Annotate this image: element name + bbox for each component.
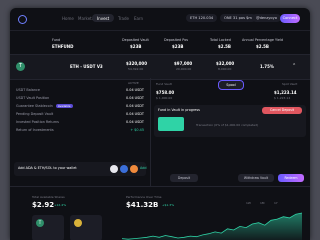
app-window: Home Markets Invest Trade Earn ETH 120.0… (10, 8, 310, 240)
stat-label: USDT Vault Position (16, 96, 50, 100)
wallet-add-banner: Add ADA & ETH/SOL to your wallet Add (14, 162, 147, 176)
pool-deposited-vault-sub: 54,392.00 (128, 67, 144, 71)
swap-to-sub: $ 1,223.14 (274, 96, 291, 100)
fund-name: ETHFUND (52, 44, 74, 49)
nav-tab-invest[interactable]: Invest (92, 14, 115, 22)
gold-token-icon (74, 219, 82, 227)
col-deposited-vault: Deposited Vault (122, 38, 149, 42)
wallet-balance-pill[interactable]: ETH 120.034 (186, 14, 218, 22)
pool-total-locked: $32,000 (216, 61, 235, 66)
stat-value: + $0.45 (130, 128, 144, 132)
col-total-locked: Total Locked (210, 38, 231, 42)
add-wallet-button[interactable]: Add (140, 166, 147, 170)
swap-to-label: Spot Vault (282, 82, 298, 86)
deposited-vault-value: $23B (130, 44, 142, 49)
withdraw-vault-button[interactable]: Withdraw Vault (238, 174, 274, 182)
period-tab-1y[interactable]: 1Y (274, 201, 278, 205)
wallet-add-text: Add ADA & ETH/SOL to your wallet (18, 166, 77, 170)
swap-from-value: $758.00 (156, 90, 175, 95)
stat-value: 0.04 USDT (126, 88, 144, 92)
wallet-balance: ETH 120.034 (190, 16, 214, 20)
account-pill[interactable]: @denzyoyo (252, 14, 281, 22)
top-navigation-bar: Home Markets Invest Trade Earn ETH 120.0… (10, 8, 310, 31)
swap-panel: Fund Vault Spot Vault Spool $758.00 $1,2… (150, 78, 310, 186)
order-note: Transaction (0% of $1,000.00 completed) (196, 123, 259, 127)
stake-pill[interactable]: ONE 31 pos $m (220, 14, 256, 22)
order-progress-card: Fund in Vault in progress Cancel Deposit… (154, 105, 306, 137)
spool-button[interactable]: Spool (218, 80, 244, 90)
nav-tab-home[interactable]: Home (62, 16, 74, 21)
bottom-section: Total Available Shares $2.92 +12.4% T Pe… (10, 186, 310, 240)
ada-token-icon (110, 165, 118, 173)
swap-from-label: Fund Vault (156, 82, 172, 86)
share-card[interactable]: T (32, 215, 64, 240)
col-apy: Annual Percentage Yield (242, 38, 284, 42)
performance-value: $41.32B (126, 201, 159, 209)
available-shares-label: Total Available Shares (32, 195, 65, 199)
stat-label: Pending Deposit Vault (16, 112, 54, 116)
col-fund: Fund (52, 38, 61, 42)
pool-deposited-vault: $320,000 (126, 61, 148, 66)
pool-apy: 1.75% (260, 64, 274, 69)
sol-token-icon (130, 165, 138, 173)
stat-row: Invested Position Returns 0.04 USDT (16, 120, 144, 124)
eth-token-icon (120, 165, 128, 173)
swap-to-value: $1,223.14 (274, 90, 297, 95)
deposit-button[interactable]: Deposit (170, 174, 198, 182)
apy-value: $2.5B (256, 44, 269, 49)
redeem-button[interactable]: Redeem (278, 174, 304, 182)
pool-total-locked-sub: 8,000.00 (218, 67, 232, 71)
cancel-deposit-button[interactable]: Cancel Deposit (262, 107, 302, 114)
status-badge: Available (55, 104, 73, 108)
period-tab-1w[interactable]: 1W (246, 201, 251, 205)
stat-value: 0.04 USDT (126, 120, 144, 124)
stats-panel: ACTIVE USDT Balance 0.04 USDT USDT Vault… (10, 78, 151, 186)
stake-value: ONE 31 pos $m (224, 16, 252, 20)
chevron-up-icon[interactable]: ⌃ (292, 63, 296, 69)
progress-fill (158, 117, 184, 131)
deposited-pos-value: $23B (172, 44, 184, 49)
available-shares-value: $2.92 (32, 201, 55, 209)
total-locked-value: $2.5B (218, 44, 231, 49)
col-deposited-pos: Deposited Pos (164, 38, 189, 42)
pool-deposited-pos: $97,000 (174, 61, 193, 66)
stat-row: USDT Balance 0.04 USDT (16, 88, 144, 92)
app-logo-icon[interactable] (18, 15, 27, 24)
nav-tab-trade[interactable]: Trade (118, 16, 129, 21)
chart-area-fill (122, 213, 302, 240)
stat-value: 0.04 USDT (126, 104, 144, 108)
token-icon: T (16, 62, 25, 71)
pool-deposited-pos-sub: 20,000.00 (176, 67, 192, 71)
swap-from-sub: $ 1,000.00 (156, 96, 173, 100)
stat-label: Invested Position Returns (16, 120, 59, 124)
performance-delta: +$1.3% (162, 203, 175, 207)
period-tab-1m[interactable]: 1M (260, 201, 265, 205)
stats-header: ACTIVE (128, 81, 139, 85)
stat-label: Return of Investments (16, 128, 54, 132)
connect-button[interactable]: Connect (280, 14, 300, 23)
pool-row[interactable]: T ETH - USDT V3 $320,000 54,392.00 $97,0… (10, 54, 310, 80)
stat-value: 0.04 USDT (126, 96, 144, 100)
stat-row: USDT Vault Position 0.04 USDT (16, 96, 144, 100)
stat-label: USDT Balance (16, 88, 40, 92)
nav-tab-earn[interactable]: Earn (134, 16, 143, 21)
performance-chart (122, 212, 302, 240)
stat-row: Return of Investments + $0.45 (16, 128, 144, 132)
available-shares-delta: +12.4% (54, 203, 67, 207)
pool-pair: ETH - USDT V3 (70, 64, 103, 69)
stat-row: Pending Deposit Vault 0.04 USDT (16, 112, 144, 116)
token-icon: T (36, 219, 44, 227)
account-name: @denzyoyo (256, 16, 277, 20)
stat-value: 0.04 USDT (126, 112, 144, 116)
stat-row: Guarantee Stablecoin Available 0.04 USDT (16, 104, 144, 108)
order-title: Fund in Vault in progress (158, 108, 200, 112)
share-card[interactable] (70, 215, 102, 240)
stat-label: Guarantee Stablecoin (16, 104, 53, 108)
performance-label: Performance Over Time (126, 195, 162, 199)
